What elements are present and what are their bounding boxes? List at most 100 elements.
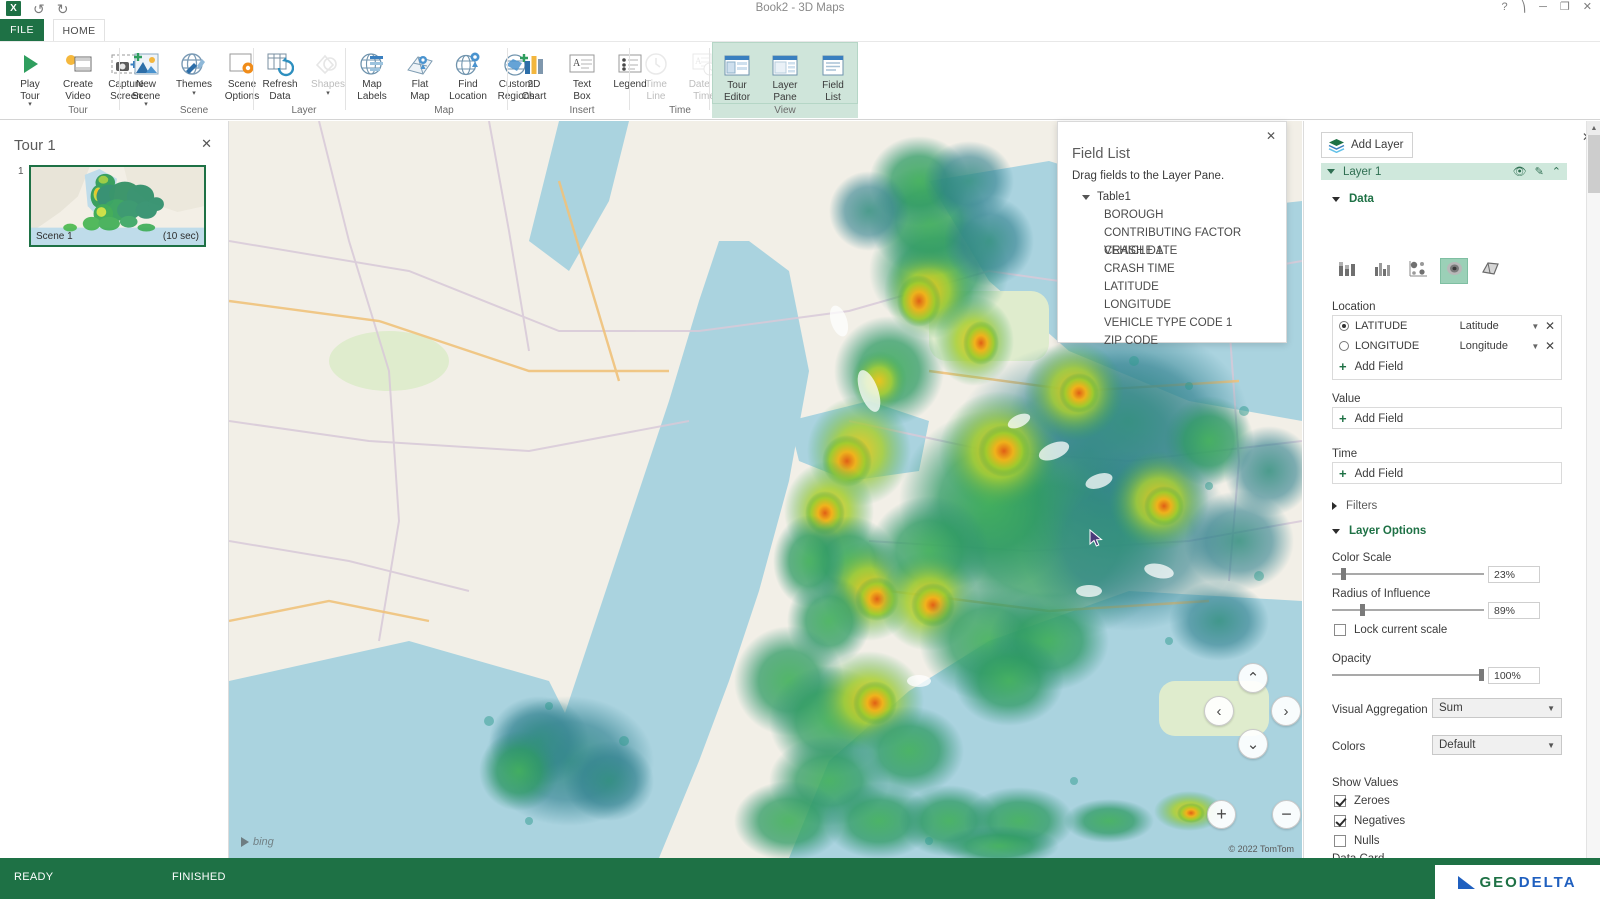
ribbon-button-flat-map[interactable]: Flat Map xyxy=(396,45,444,102)
opacity-value[interactable]: 100% xyxy=(1488,667,1540,684)
radius-slider[interactable] xyxy=(1332,603,1484,617)
time-add-field-button[interactable]: + Add Field xyxy=(1333,463,1561,484)
scrollbar-thumb[interactable] xyxy=(1588,135,1600,193)
viz-type-clustered-column[interactable] xyxy=(1368,258,1396,284)
show-values-item-label: Negatives xyxy=(1354,815,1405,827)
filters-label: Filters xyxy=(1346,500,1377,512)
map-pan-down-button[interactable]: ⌄ xyxy=(1238,729,1268,759)
ribbon-button-play-tour[interactable]: Play Tour▾ xyxy=(6,45,54,108)
title-bar: X ↺ ↻ Book2 - 3D Maps ? ⎞ ─ ❐ ✕ Send Fee… xyxy=(0,0,1600,19)
field-list-item[interactable]: CRASH DATE xyxy=(1082,242,1282,260)
tour-title: Tour 1 xyxy=(14,137,56,154)
longitude-field-role: Longitude xyxy=(1460,340,1532,352)
map-zoom-in-button[interactable]: + xyxy=(1207,800,1236,829)
ribbon-button-find-location[interactable]: Find Location xyxy=(444,45,492,102)
opacity-slider[interactable] xyxy=(1332,668,1484,682)
field-list-item[interactable]: BOROUGH xyxy=(1082,206,1282,224)
restore-icon[interactable]: ❐ xyxy=(1560,2,1570,13)
tour-pane-close-icon[interactable]: ✕ xyxy=(201,136,212,152)
field-list-item[interactable]: LONGITUDE xyxy=(1082,296,1282,314)
lock-current-scale-checkbox[interactable]: Lock current scale xyxy=(1334,624,1447,636)
tab-home[interactable]: HOME xyxy=(53,19,105,41)
data-section-header[interactable]: Data xyxy=(1332,193,1374,205)
show-values-nulls-checkbox[interactable]: Nulls xyxy=(1334,835,1380,847)
ribbon-button-layer-pane[interactable]: Layer Pane xyxy=(761,46,809,103)
eye-icon[interactable]: 👁 xyxy=(1513,165,1527,178)
latitude-radio[interactable] xyxy=(1339,321,1349,331)
ribbon-group-items: Refresh DataShapes▾ xyxy=(256,42,352,104)
viz-type-heat-map[interactable] xyxy=(1440,258,1468,284)
tab-file[interactable]: FILE xyxy=(0,19,44,41)
dropdown-caret-icon[interactable]: ▾ xyxy=(326,91,330,97)
location-field-row-latitude[interactable]: LATITUDE Latitude ▼ ✕ xyxy=(1333,316,1561,336)
color-scale-thumb[interactable] xyxy=(1341,568,1346,580)
ribbon-button-themes[interactable]: Themes▾ xyxy=(170,45,218,97)
latitude-dropdown-caret-icon[interactable]: ▼ xyxy=(1531,322,1545,331)
mouse-cursor-icon xyxy=(1089,529,1103,547)
map-pan-right-button[interactable]: › xyxy=(1271,696,1301,726)
ribbon-button-field-list[interactable]: Field List xyxy=(809,46,857,103)
color-scale-slider[interactable] xyxy=(1332,567,1484,581)
ribbon-button-label: Time Line xyxy=(645,79,667,102)
ribbon-button-new-scene[interactable]: New Scene▾ xyxy=(122,45,170,108)
close-icon[interactable]: ✕ xyxy=(1583,2,1592,13)
map-zoom-out-button[interactable]: − xyxy=(1272,800,1301,829)
ribbon-button-tour-editor[interactable]: Tour Editor xyxy=(713,46,761,103)
color-scale-value[interactable]: 23% xyxy=(1488,566,1540,583)
value-add-field-button[interactable]: + Add Field xyxy=(1333,408,1561,429)
scene-name: Scene 1 xyxy=(36,231,73,242)
scene-thumbnail[interactable]: Scene 1 (10 sec) xyxy=(29,165,206,247)
ribbon-button-label: Play Tour xyxy=(20,79,39,102)
ribbon-group-layer: Refresh DataShapes▾Layer xyxy=(256,42,352,120)
field-list-table-node[interactable]: Table1 xyxy=(1082,188,1282,206)
location-add-field-button[interactable]: + Add Field xyxy=(1333,356,1561,377)
map-pan-left-button[interactable]: ‹ xyxy=(1204,696,1234,726)
viz-type-stacked-column[interactable] xyxy=(1332,258,1360,284)
pencil-icon[interactable]: ✎ xyxy=(1535,165,1544,178)
ribbon-button-2d-chart[interactable]: 2D Chart xyxy=(510,45,558,102)
region-icon xyxy=(1481,260,1500,282)
longitude-radio[interactable] xyxy=(1339,341,1349,351)
radius-thumb[interactable] xyxy=(1360,604,1365,616)
ribbon-button-create-video[interactable]: Create Video xyxy=(54,45,102,102)
location-field-row-longitude[interactable]: LONGITUDE Longitude ▼ ✕ xyxy=(1333,336,1561,356)
value-label: Value xyxy=(1332,393,1361,405)
colors-select[interactable]: Default ▼ xyxy=(1432,735,1562,755)
ribbon-group-items: Tour EditorLayer PaneField List xyxy=(712,42,858,104)
ribbon-button-map-labels[interactable]: Map Labels xyxy=(348,45,396,102)
filters-section-header[interactable]: Filters xyxy=(1332,500,1377,512)
ribbon-button-label: Themes xyxy=(176,79,212,91)
opacity-thumb[interactable] xyxy=(1479,669,1484,681)
field-list-item[interactable]: CRASH TIME xyxy=(1082,260,1282,278)
longitude-remove-icon[interactable]: ✕ xyxy=(1545,339,1555,353)
visual-aggregation-select[interactable]: Sum ▼ xyxy=(1432,698,1562,718)
map-pan-up-button[interactable]: ⌃ xyxy=(1238,663,1268,693)
field-list-item[interactable]: ZIP CODE xyxy=(1082,332,1282,350)
field-list-item[interactable]: VEHICLE TYPE CODE 1 xyxy=(1082,314,1282,332)
ribbon-button-refresh-data[interactable]: Refresh Data xyxy=(256,45,304,102)
viz-type-region[interactable] xyxy=(1476,258,1504,284)
help-icon[interactable]: ? xyxy=(1501,2,1507,13)
show-values-negatives-checkbox[interactable]: Negatives xyxy=(1334,815,1405,827)
dropdown-caret-icon[interactable]: ▾ xyxy=(192,91,196,97)
time-line-icon xyxy=(642,47,670,77)
layer-options-section-header[interactable]: Layer Options xyxy=(1332,525,1426,537)
radius-value[interactable]: 89% xyxy=(1488,602,1540,619)
layer-header[interactable]: Layer 1 👁 ✎ ⌃ xyxy=(1321,163,1567,180)
ribbon-display-options-icon[interactable]: ⎞ xyxy=(1521,2,1527,13)
scroll-up-arrow-icon[interactable]: ▲ xyxy=(1587,121,1600,135)
layer-pane: ✕ Add Layer Layer 1 👁 ✎ ⌃ Data xyxy=(1303,121,1600,858)
minimize-icon[interactable]: ─ xyxy=(1539,2,1547,13)
field-list-item[interactable]: CONTRIBUTING FACTOR VEHICLE 1 xyxy=(1082,224,1282,242)
show-values-zeroes-checkbox[interactable]: Zeroes xyxy=(1334,795,1390,807)
add-layer-button[interactable]: Add Layer xyxy=(1321,132,1413,158)
collapse-icon[interactable]: ⌃ xyxy=(1552,165,1561,178)
ribbon-button-text-box[interactable]: AText Box xyxy=(558,45,606,102)
visual-aggregation-label: Visual Aggregation xyxy=(1332,704,1428,716)
field-list-item[interactable]: LATITUDE xyxy=(1082,278,1282,296)
layer-pane-scrollbar[interactable]: ▲ xyxy=(1586,121,1600,858)
viz-type-bubble[interactable] xyxy=(1404,258,1432,284)
longitude-dropdown-caret-icon[interactable]: ▼ xyxy=(1531,342,1545,351)
latitude-remove-icon[interactable]: ✕ xyxy=(1545,319,1555,333)
field-list-close-icon[interactable]: ✕ xyxy=(1266,129,1276,143)
